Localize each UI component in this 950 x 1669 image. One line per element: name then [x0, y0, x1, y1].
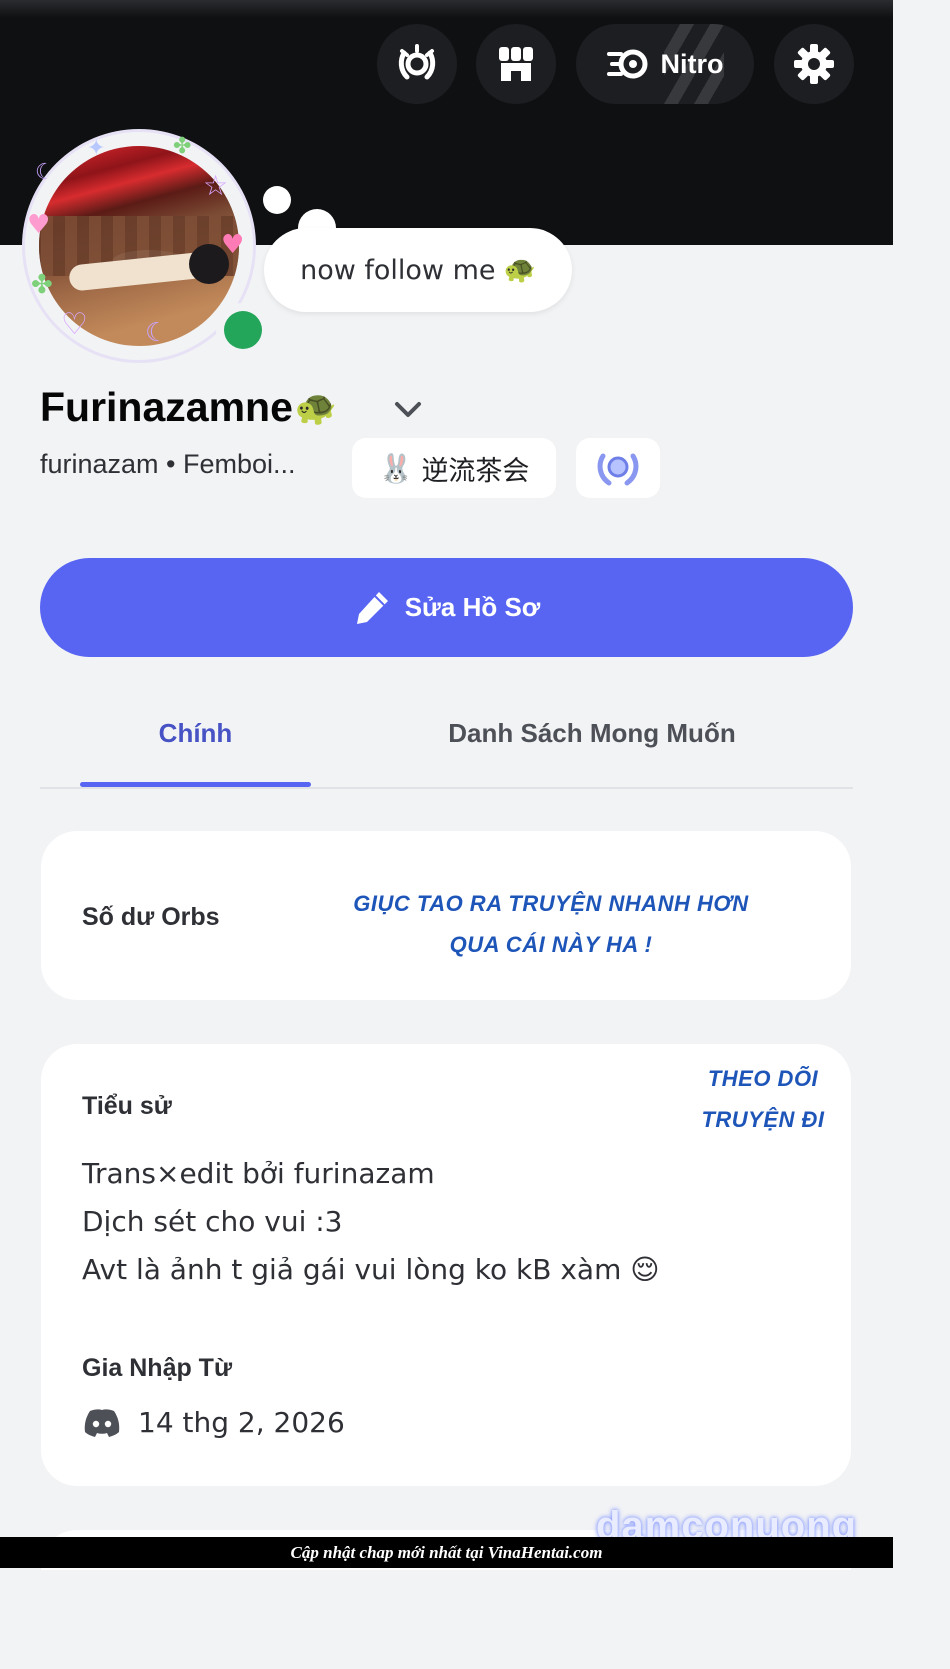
footer-banner: Cập nhật chap mới nhất tại VinaHentai.co…: [0, 1537, 893, 1568]
pencil-icon: [356, 591, 388, 624]
display-name-text: Furinazamne: [40, 384, 293, 430]
custom-status-bubble[interactable]: now follow me 🐢: [264, 228, 572, 312]
bio-line: Avt là ảnh t giả gái vui lòng ko kB xàm …: [82, 1246, 659, 1294]
bio-heading: Tiểu sử: [82, 1092, 172, 1120]
tab-wishlist[interactable]: Danh Sách Mong Muốn: [420, 718, 764, 749]
about-card: Tiểu sử THEO DÕI TRUYỆN ĐI Trans×edit bở…: [41, 1044, 851, 1486]
chevron-down-icon[interactable]: [393, 398, 423, 422]
clover-decoration-icon: ✤: [173, 134, 192, 159]
username-line[interactable]: furinazam • Femboi...: [40, 449, 296, 480]
heart-decoration-icon: ♥: [27, 210, 51, 240]
bunny-icon: 🐰: [378, 451, 414, 485]
translator-note-line: GIỤC TAO RA TRUYỆN NHANH HƠN: [353, 891, 749, 916]
star-decoration-icon: ☆: [203, 169, 229, 202]
gear-icon: [794, 44, 834, 84]
translator-note-line: QUA CÁI NÀY HA !: [449, 932, 653, 957]
relieved-emoji: 😌: [630, 1253, 660, 1286]
member-since-heading: Gia Nhập Từ: [82, 1354, 233, 1382]
edit-profile-button[interactable]: Sửa Hồ Sơ: [40, 558, 853, 657]
star-decoration-icon: ☾: [35, 160, 55, 185]
bio-line: Dịch sét cho vui :3: [82, 1205, 343, 1238]
star-decoration-icon: ✦: [87, 136, 106, 161]
settings-button[interactable]: [774, 24, 854, 104]
discord-icon: [84, 1408, 120, 1437]
quest-badge[interactable]: [576, 438, 660, 498]
moon-decoration-icon: ☾: [145, 318, 169, 348]
translator-note: THEO DÕI TRUYỆN ĐI: [691, 1058, 835, 1140]
tab-divider: [40, 787, 853, 789]
translator-note-line: TRUYỆN ĐI: [701, 1107, 825, 1132]
display-name: Furinazamne 🐢: [40, 384, 337, 431]
member-since-date: 14 thg 2, 2026: [138, 1406, 345, 1439]
nitro-icon: [606, 49, 647, 79]
heart-decoration-icon: ♡: [61, 307, 88, 342]
quests-button[interactable]: [377, 24, 457, 104]
bio-text: Trans×edit bởi furinazam Dịch sét cho vu…: [82, 1150, 659, 1294]
member-since-row: 14 thg 2, 2026: [82, 1406, 345, 1439]
bio-line: Trans×edit bởi furinazam: [82, 1157, 435, 1190]
turtle-emoji: 🐢: [294, 388, 338, 427]
clover-decoration-icon: ✤: [31, 270, 53, 300]
custom-status-text: now follow me: [300, 254, 496, 286]
tab-main[interactable]: Chính: [80, 718, 311, 749]
translator-note: GIỤC TAO RA TRUYỆN NHANH HƠN QUA CÁI NÀY…: [341, 883, 761, 965]
turtle-emoji: 🐢: [503, 255, 536, 285]
avatar[interactable]: ☾ ✦ ✤ ☆ ♥ ♥ ✤ ♡ ☾: [25, 132, 270, 360]
orbs-balance-label: Số dư Orbs: [82, 903, 220, 931]
nitro-label: Nitro: [660, 48, 724, 79]
thought-bubble-dot: [263, 186, 291, 214]
heart-decoration-icon: ♥: [221, 230, 245, 260]
translator-note-line: THEO DÕI: [707, 1066, 819, 1091]
guild-tag-text: 逆流茶会: [421, 455, 530, 487]
shop-button[interactable]: [476, 24, 556, 104]
quest-laurel-icon: [398, 44, 436, 80]
orbs-balance-card[interactable]: Số dư Orbs GIỤC TAO RA TRUYỆN NHANH HƠN …: [41, 831, 851, 1000]
guild-tag-badge[interactable]: 🐰 逆流茶会: [352, 438, 556, 498]
shop-icon: [499, 47, 533, 81]
nitro-button[interactable]: Nitro: [576, 24, 754, 104]
edit-profile-label: Sửa Hồ Sơ: [404, 592, 541, 622]
online-status-indicator: [216, 303, 270, 357]
bio-line-text: Avt là ảnh t giả gái vui lòng ko kB xàm: [82, 1253, 622, 1286]
quest-laurel-icon: [597, 453, 639, 486]
